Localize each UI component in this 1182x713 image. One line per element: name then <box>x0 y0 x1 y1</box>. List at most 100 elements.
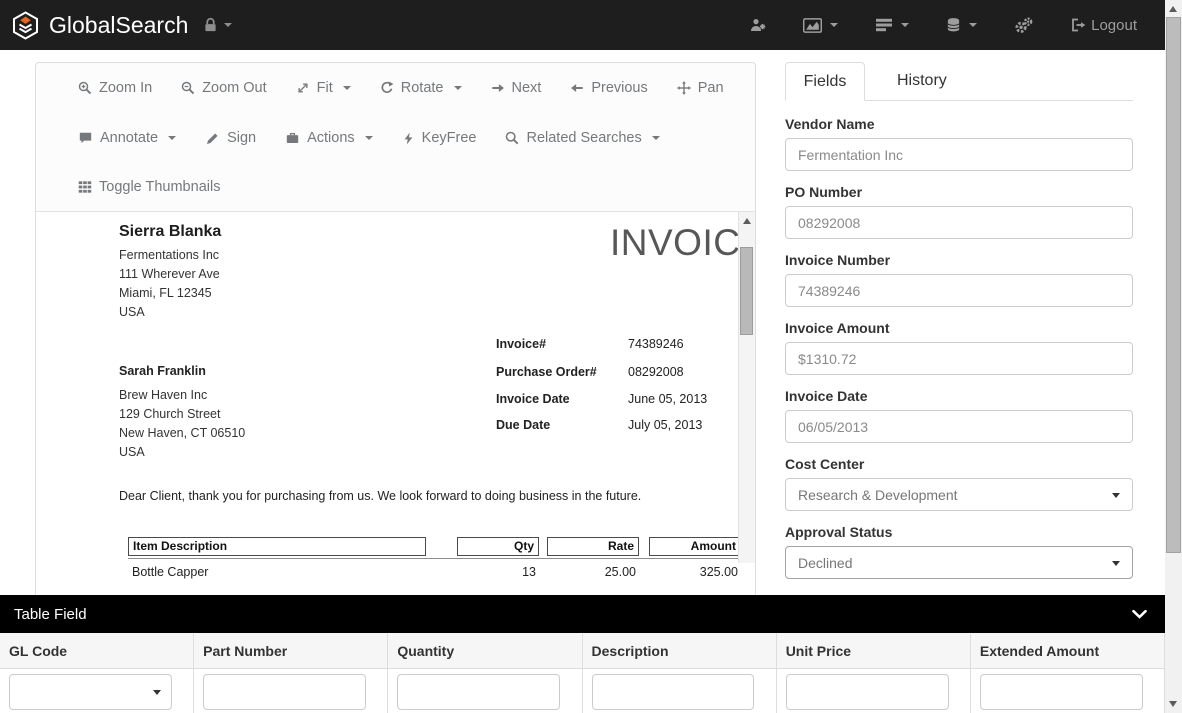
invoice-title: INVOICE <box>610 222 755 264</box>
billto-address-line: 129 Church Street <box>119 405 245 424</box>
column-header-description: Description <box>583 633 777 668</box>
zoom-out-label: Zoom Out <box>202 80 266 96</box>
dashboards-menu[interactable] <box>803 18 838 33</box>
table-field-input-row <box>0 669 1165 713</box>
databases-menu[interactable] <box>946 17 977 33</box>
annotate-bubble-icon <box>78 131 93 145</box>
user-gear-icon <box>750 17 766 33</box>
pan-button[interactable]: Pan <box>677 80 724 96</box>
unit-price-cell <box>777 669 971 713</box>
arrow-right-icon <box>491 81 505 95</box>
chevron-down-icon <box>1132 610 1147 619</box>
queues-menu[interactable] <box>875 18 909 32</box>
admin-settings-menu[interactable] <box>1014 17 1033 34</box>
collapse-table-field-button[interactable] <box>1132 610 1147 619</box>
approval-status-select[interactable]: Declined <box>785 546 1133 579</box>
cost-center-select[interactable]: Research & Development <box>785 478 1133 511</box>
tab-history[interactable]: History <box>875 62 969 100</box>
field-label: Invoice Number <box>785 252 1133 268</box>
toolbar-row-3: Toggle Thumbnails <box>36 163 755 211</box>
field-label: PO Number <box>785 184 1133 200</box>
part-number-input[interactable] <box>203 674 366 710</box>
rotate-icon <box>380 81 394 95</box>
unit-price-input[interactable] <box>786 674 949 710</box>
invoice-meta-row: Invoice Date June 05, 2013 <box>496 392 707 406</box>
logout-label: Logout <box>1091 17 1137 34</box>
actions-label: Actions <box>307 130 355 146</box>
lineitem-divider <box>128 558 741 559</box>
brand-home-link[interactable]: GlobalSearch <box>12 11 188 40</box>
zoom-out-icon <box>181 81 195 95</box>
gl-code-select[interactable] <box>9 674 172 710</box>
vendor-address-line: Fermentations Inc <box>119 246 220 265</box>
fit-dropdown-button[interactable]: Fit <box>296 80 351 96</box>
lineitem-header-qty: Qty <box>457 537 539 556</box>
field-invoice-date: Invoice Date <box>785 388 1133 443</box>
briefcase-icon <box>285 131 300 145</box>
lock-icon <box>204 17 217 33</box>
po-number-input[interactable] <box>785 206 1133 239</box>
approval-status-value: Declined <box>798 555 852 571</box>
document-scrollbar-thumb[interactable] <box>740 247 753 335</box>
billto-address-line: USA <box>119 443 245 462</box>
previous-page-button[interactable]: Previous <box>570 80 647 96</box>
document-scrollbar[interactable] <box>738 212 755 563</box>
annotate-label: Annotate <box>100 130 158 146</box>
keyfree-label: KeyFree <box>422 130 477 146</box>
invoice-amount-input[interactable] <box>785 342 1133 375</box>
field-label: Invoice Date <box>785 388 1133 404</box>
rotate-dropdown-button[interactable]: Rotate <box>380 80 462 96</box>
fit-icon <box>296 81 310 95</box>
field-label: Vendor Name <box>785 116 1133 132</box>
page-scrollbar[interactable] <box>1165 0 1182 713</box>
scroll-down-arrow[interactable] <box>1169 701 1177 707</box>
gl-code-cell <box>0 669 194 713</box>
next-page-button[interactable]: Next <box>491 80 542 96</box>
gears-icon <box>1014 17 1033 34</box>
table-field-column-headers: GL Code Part Number Quantity Description… <box>0 633 1165 669</box>
scroll-up-arrow[interactable] <box>1169 6 1177 12</box>
thumbnails-grid-icon <box>78 180 92 194</box>
document-viewer-card: Zoom In Zoom Out Fit <box>35 62 756 595</box>
rotate-label: Rotate <box>401 80 444 96</box>
toggle-thumbnails-button[interactable]: Toggle Thumbnails <box>78 179 220 195</box>
meta-label: Invoice# <box>496 337 628 351</box>
user-settings-menu[interactable] <box>750 17 766 33</box>
description-input[interactable] <box>592 674 755 710</box>
logout-button[interactable]: Logout <box>1070 17 1137 34</box>
vendor-name-input[interactable] <box>785 138 1133 171</box>
related-searches-label: Related Searches <box>526 130 641 146</box>
database-icon <box>946 17 961 33</box>
tab-fields[interactable]: Fields <box>785 62 865 101</box>
meta-label: Invoice Date <box>496 392 628 406</box>
lightning-bolt-icon <box>402 131 415 146</box>
extended-amount-input[interactable] <box>980 674 1143 710</box>
keyfree-button[interactable]: KeyFree <box>402 130 477 146</box>
related-searches-dropdown-button[interactable]: Related Searches <box>505 130 659 146</box>
invoice-vendor-name: Sierra Blanka <box>119 223 221 241</box>
quantity-input[interactable] <box>397 674 560 710</box>
lock-menu[interactable] <box>204 17 232 33</box>
lineitem-amount: 325.00 <box>649 565 738 579</box>
scroll-up-arrow[interactable] <box>743 218 751 224</box>
table-field-header-bar: Table Field <box>0 595 1165 633</box>
sign-button[interactable]: Sign <box>205 130 256 146</box>
description-cell <box>583 669 777 713</box>
zoom-in-button[interactable]: Zoom In <box>78 80 152 96</box>
lineitem-rate: 25.00 <box>547 565 636 579</box>
field-approval-status: Approval Status Declined <box>785 524 1133 579</box>
chevron-down-icon <box>969 23 977 27</box>
page-scrollbar-thumb[interactable] <box>1166 17 1181 553</box>
logout-icon <box>1070 17 1086 33</box>
chevron-down-icon <box>830 23 838 27</box>
chevron-down-icon <box>1112 493 1120 498</box>
actions-dropdown-button[interactable]: Actions <box>285 130 373 146</box>
vendor-address-line: Miami, FL 12345 <box>119 284 220 303</box>
annotate-dropdown-button[interactable]: Annotate <box>78 130 176 146</box>
invoice-document-page: Sierra Blanka Fermentations Inc 111 Wher… <box>36 211 755 596</box>
zoom-out-button[interactable]: Zoom Out <box>181 80 266 96</box>
invoice-number-input[interactable] <box>785 274 1133 307</box>
field-po-number: PO Number <box>785 184 1133 239</box>
invoice-date-input[interactable] <box>785 410 1133 443</box>
list-icon <box>875 18 893 32</box>
